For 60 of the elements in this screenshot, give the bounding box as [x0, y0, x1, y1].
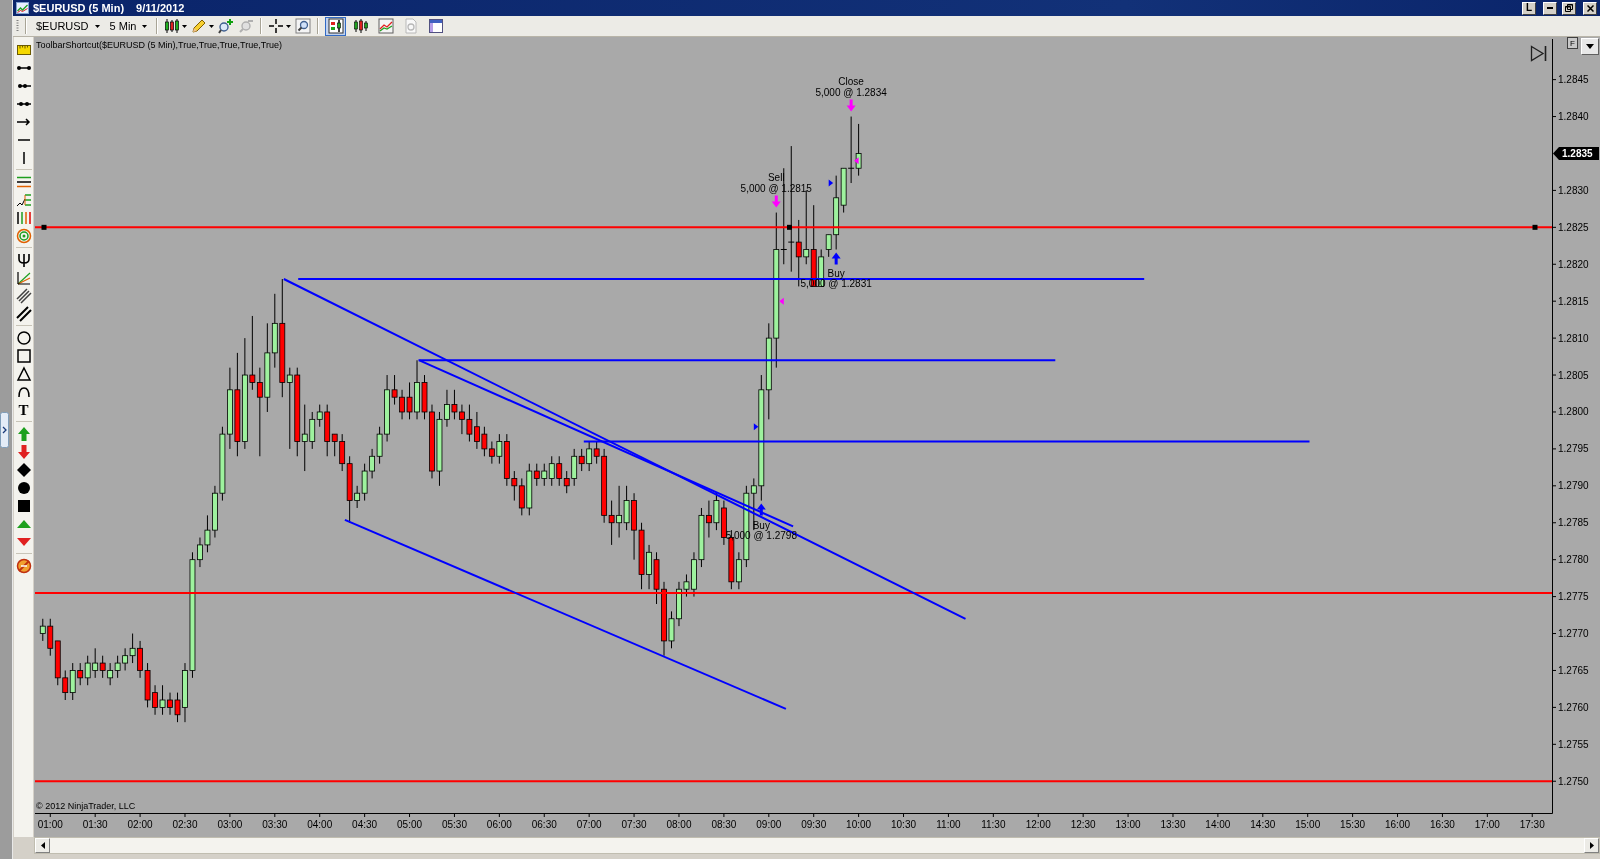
price-axis-label: 1.2820 [1558, 258, 1589, 270]
time-axis-label: 05:30 [441, 819, 467, 830]
time-axis-label: 15:30 [1340, 819, 1366, 830]
time-axis-label: 08:00 [666, 819, 692, 830]
window-date: 9/11/2012 [136, 1, 185, 15]
time-axis-label: 12:30 [1070, 819, 1096, 830]
time-axis-label: 01:00 [37, 819, 63, 830]
price-axis-label: 1.2845 [1558, 74, 1589, 86]
copyright-text: © 2012 NinjaTrader, LLC [36, 801, 136, 811]
time-axis-label: 03:00 [217, 819, 243, 830]
time-axis-label: 04:30 [352, 819, 378, 830]
price-axis-label: 1.2810 [1558, 332, 1589, 344]
indicator-caption: ToolbarShortcut($EURUSD (5 Min),True,True,True,True,True) [36, 40, 282, 50]
price-axis-label: 1.2830 [1558, 184, 1589, 196]
price-axis-label: 1.2840 [1558, 111, 1589, 123]
price-axis-label: 1.2795 [1558, 443, 1589, 455]
time-axis-label: 02:00 [127, 819, 153, 830]
time-axis-label: 05:00 [397, 819, 423, 830]
time-axis-label: 09:30 [801, 819, 827, 830]
time-axis-label: 07:00 [576, 819, 602, 830]
time-axis-label: 14:30 [1250, 819, 1276, 830]
price-axis-label: 1.2785 [1558, 517, 1589, 529]
time-axis-label: 11:30 [981, 819, 1006, 830]
time-axis-label: 17:00 [1474, 819, 1500, 830]
time-axis-label: 06:00 [486, 819, 512, 830]
time-axis-label: 11:00 [936, 819, 961, 830]
price-axis-label: 1.2760 [1558, 701, 1589, 713]
time-axis-label: 02:30 [172, 819, 198, 830]
time-axis-label: 13:00 [1115, 819, 1141, 830]
price-axis-label: 1.2775 [1558, 591, 1589, 603]
time-axis-label: 12:00 [1025, 819, 1051, 830]
time-axis-label: 14:00 [1205, 819, 1231, 830]
time-axis-label: 06:30 [531, 819, 557, 830]
time-axis-label: 01:30 [82, 819, 108, 830]
time-axis-label: 13:30 [1160, 819, 1186, 830]
time-axis-label: 10:00 [846, 819, 872, 830]
time-axis-label: 04:00 [307, 819, 333, 830]
time-axis-label: 08:30 [711, 819, 737, 830]
trade-label: Buy [827, 268, 845, 280]
price-axis-label: 1.2790 [1558, 480, 1589, 492]
time-axis-label: 03:30 [262, 819, 288, 830]
price-axis-label: 1.2780 [1558, 554, 1589, 566]
window-title: $EURUSD (5 Min) [33, 1, 125, 15]
price-axis-label: 1.2770 [1558, 628, 1589, 640]
time-axis-label: 07:30 [621, 819, 647, 830]
time-axis-label: 17:30 [1519, 819, 1545, 830]
price-axis-label: 1.2825 [1558, 221, 1589, 233]
price-axis-label: 1.2815 [1558, 295, 1589, 307]
time-axis-label: 16:00 [1385, 819, 1411, 830]
time-axis-label: 10:30 [891, 819, 917, 830]
price-axis-label: 1.2755 [1558, 738, 1589, 750]
time-axis-label: 09:00 [756, 819, 782, 830]
time-axis-label: 15:00 [1295, 819, 1321, 830]
price-axis-label: 1.2800 [1558, 406, 1589, 418]
time-axis-label: 16:30 [1429, 819, 1455, 830]
price-axis-label: 1.2750 [1558, 775, 1589, 787]
trade-fill-text: 5,000 @ 1.2834 [815, 86, 887, 98]
price-axis-label: 1.2765 [1558, 664, 1589, 676]
trade-label: Close [838, 75, 864, 87]
price-axis-label: 1.2805 [1558, 369, 1589, 381]
